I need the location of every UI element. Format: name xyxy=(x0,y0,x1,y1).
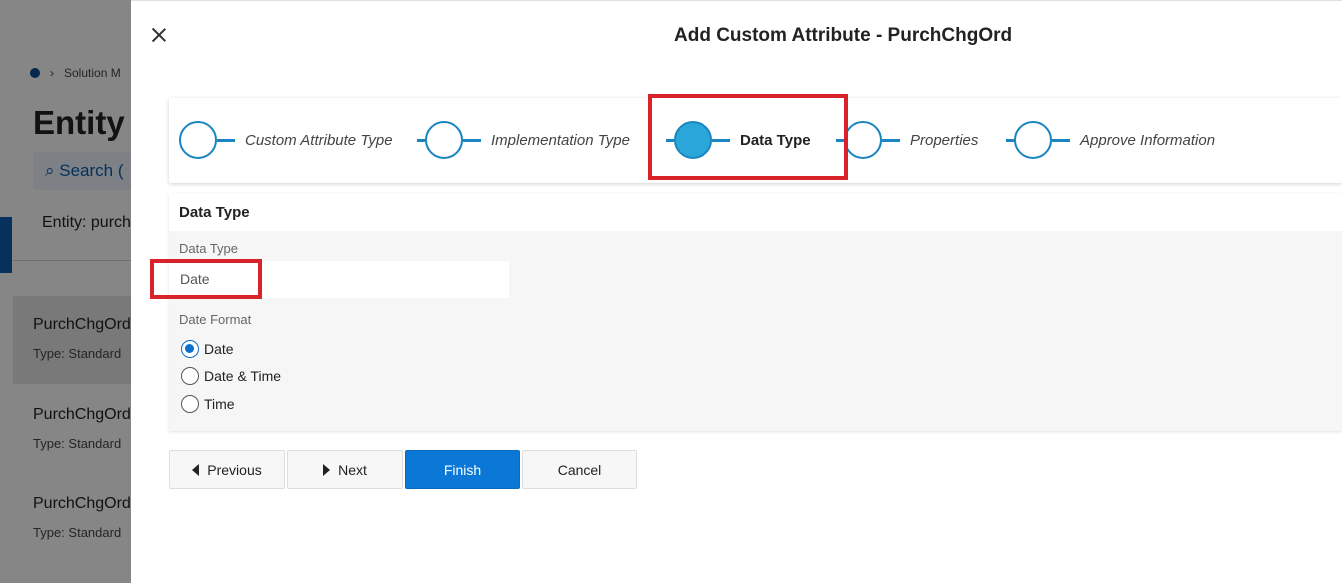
finish-button[interactable]: Finish xyxy=(405,450,520,489)
step-connector xyxy=(882,138,900,142)
add-custom-attribute-panel: Add Custom Attribute - PurchChgOrd Custo… xyxy=(131,0,1342,583)
step-label: Implementation Type xyxy=(491,131,630,149)
radio-button[interactable] xyxy=(181,367,199,385)
next-button[interactable]: Next xyxy=(287,450,403,489)
section-title: Data Type xyxy=(169,193,1342,231)
next-label: Next xyxy=(338,461,367,478)
panel-title: Add Custom Attribute - PurchChgOrd xyxy=(674,25,1013,46)
caret-right-icon xyxy=(323,463,331,476)
step-circle xyxy=(1014,121,1052,159)
step-approve-information[interactable]: Approve Information xyxy=(1006,121,1215,159)
step-connector xyxy=(1052,138,1070,142)
finish-label: Finish xyxy=(443,461,482,478)
cancel-label: Cancel xyxy=(557,461,602,478)
radio-label: Time xyxy=(204,396,235,412)
data-type-section: Data Type Data Type Date Date Format Dat… xyxy=(169,193,1342,431)
step-label: Custom Attribute Type xyxy=(245,131,393,149)
step-implementation-type[interactable]: Implementation Type xyxy=(417,121,630,159)
step-connector xyxy=(463,138,481,142)
step-properties[interactable]: Properties xyxy=(836,121,978,159)
radio-label: Date xyxy=(204,341,234,357)
step-custom-attribute-type[interactable]: Custom Attribute Type xyxy=(179,121,393,159)
date-format-label: Date Format xyxy=(179,312,252,327)
caret-left-icon xyxy=(192,463,200,476)
step-connector xyxy=(1006,138,1014,142)
step-circle xyxy=(179,121,217,159)
cancel-button[interactable]: Cancel xyxy=(522,450,637,489)
radio-button-checked[interactable] xyxy=(181,340,199,358)
radio-time[interactable]: Time xyxy=(181,395,235,413)
highlight-box-field xyxy=(150,259,262,299)
radio-label: Date & Time xyxy=(204,368,282,384)
previous-label: Previous xyxy=(207,461,262,478)
previous-button[interactable]: Previous xyxy=(169,450,285,489)
step-connector xyxy=(217,138,235,142)
step-label: Properties xyxy=(910,131,979,149)
close-icon[interactable] xyxy=(149,25,169,45)
step-label: Approve Information xyxy=(1080,131,1216,149)
radio-date[interactable]: Date xyxy=(181,340,234,358)
highlight-box-step xyxy=(648,94,848,180)
step-circle xyxy=(425,121,463,159)
radio-button[interactable] xyxy=(181,395,199,413)
data-type-label: Data Type xyxy=(179,241,239,256)
step-circle xyxy=(844,121,882,159)
radio-date-time[interactable]: Date & Time xyxy=(181,367,281,385)
step-connector xyxy=(417,138,425,142)
